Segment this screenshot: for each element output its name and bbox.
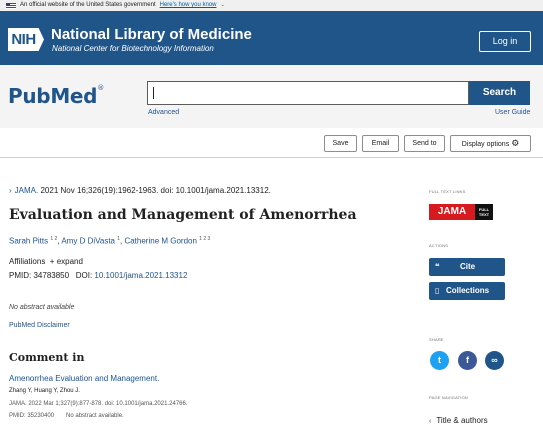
- page-nav-title-authors[interactable]: ‹ Title & authors: [429, 416, 488, 425]
- affiliation-ref[interactable]: 1: [117, 236, 120, 242]
- actions-label: ACTIONS: [429, 243, 449, 248]
- chevron-right-icon[interactable]: ›: [9, 186, 12, 195]
- collections-button[interactable]: ▯ Collections: [429, 282, 505, 300]
- pmid-value: 34783850: [33, 271, 70, 280]
- author-link[interactable]: Sarah Pitts: [9, 237, 48, 246]
- chevron-down-icon[interactable]: ⌄: [220, 0, 224, 11]
- pubmed-disclaimer-link[interactable]: PubMed Disclaimer: [9, 322, 70, 329]
- no-abstract-text: No abstract available: [9, 304, 75, 311]
- display-options-label: Display options: [461, 141, 510, 148]
- affiliations-label: Affiliations: [9, 257, 46, 266]
- display-options-button[interactable]: Display options ⚙: [450, 135, 531, 152]
- search-input[interactable]: [147, 81, 469, 105]
- user-guide-link[interactable]: User Guide: [495, 109, 530, 116]
- chevron-left-icon: ‹: [429, 418, 432, 425]
- comment-authors: Zhang Y, Huang Y, Zhou J.: [9, 388, 80, 394]
- comment-pmid-row: PMID: 35230400 No abstract available.: [9, 413, 124, 419]
- citation: › JAMA. 2021 Nov 16;326(19):1962-1963. do…: [9, 186, 271, 195]
- pmid-label: PMID:: [9, 271, 32, 280]
- cite-label: Cite: [460, 262, 476, 271]
- pubmed-logo-text: PubMed: [8, 84, 98, 108]
- gear-icon: ⚙: [511, 138, 520, 148]
- send-to-button[interactable]: Send to: [404, 135, 445, 152]
- us-flag-icon: [6, 2, 16, 9]
- journal-link[interactable]: JAMA.: [15, 186, 39, 195]
- author-list: Sarah Pitts 1 2, Amy D DiVasta 1, Cather…: [9, 236, 211, 246]
- page-navigation-label: PAGE NAVIGATION: [429, 395, 469, 400]
- search-area: PubMed® Search Advanced User Guide: [0, 65, 543, 128]
- article-identifiers: PMID: 34783850 DOI: 10.1001/jama.2021.13…: [9, 271, 187, 280]
- expand-label: expand: [56, 257, 83, 266]
- share-label: SHARE: [429, 337, 444, 342]
- jama-full-text-badge: FULL TEXT: [475, 204, 493, 220]
- ncbi-subtitle: National Center for Biotechnology Inform…: [52, 44, 214, 53]
- pubmed-logo[interactable]: PubMed®: [8, 84, 104, 108]
- nih-logo[interactable]: NIH: [8, 28, 44, 51]
- jama-logo: JAMA: [429, 204, 475, 220]
- twitter-icon[interactable]: t: [430, 351, 449, 370]
- search-button[interactable]: Search: [469, 81, 530, 105]
- facebook-icon[interactable]: f: [458, 351, 477, 370]
- advanced-search-link[interactable]: Advanced: [148, 109, 179, 116]
- cite-button[interactable]: ❝ Cite: [429, 258, 505, 276]
- expand-affiliations-button[interactable]: + expand: [48, 257, 83, 266]
- action-bar: Save Email Send to Display options ⚙: [0, 128, 543, 158]
- nlm-title[interactable]: National Library of Medicine: [51, 27, 252, 42]
- page-nav-item-label: Title & authors: [436, 416, 488, 425]
- gov-banner: An official website of the United States…: [0, 0, 543, 11]
- author-link[interactable]: Catherine M Gordon: [124, 237, 196, 246]
- quote-icon: ❝: [435, 262, 440, 271]
- article-title: Evaluation and Management of Amenorrhea: [9, 207, 357, 223]
- comment-in-heading: Comment in: [9, 351, 85, 364]
- nlm-header: NIH National Library of Medicine Nationa…: [0, 11, 543, 65]
- affiliation-ref[interactable]: 1 2: [50, 236, 57, 242]
- author-link[interactable]: Amy D DiVasta: [61, 237, 115, 246]
- collections-label: Collections: [446, 286, 490, 295]
- doi-link[interactable]: 10.1001/jama.2021.13312: [94, 271, 187, 280]
- registered-mark: ®: [97, 84, 104, 92]
- plus-icon: +: [47, 257, 57, 266]
- comment-citation: JAMA. 2022 Mar 1;327(9):877-878. doi: 10…: [9, 401, 188, 407]
- email-button[interactable]: Email: [362, 135, 399, 152]
- affiliation-ref[interactable]: 1 2 3: [199, 236, 210, 242]
- gov-banner-text: An official website of the United States…: [20, 2, 156, 8]
- text-cursor: [153, 87, 154, 100]
- comment-pmid: PMID: 35230400: [9, 413, 55, 419]
- affiliations-row: Affiliations + expand: [9, 257, 83, 266]
- login-button[interactable]: Log in: [479, 31, 531, 52]
- doi-label: DOI:: [75, 271, 93, 280]
- comment-no-abstract: No abstract available.: [66, 413, 124, 419]
- save-button[interactable]: Save: [324, 135, 357, 152]
- bookmark-icon: ▯: [435, 286, 440, 295]
- jama-full-text-link[interactable]: JAMA FULL TEXT: [429, 204, 493, 220]
- full-text-links-label: FULL TEXT LINKS: [429, 189, 466, 194]
- citation-text: 2021 Nov 16;326(19):1962-1963. doi: 10.1…: [40, 186, 271, 195]
- heres-how-you-know-link[interactable]: Here's how you know: [160, 0, 217, 11]
- link-icon[interactable]: ∞: [485, 351, 504, 370]
- comment-title-link[interactable]: Amenorrhea Evaluation and Management.: [9, 374, 159, 383]
